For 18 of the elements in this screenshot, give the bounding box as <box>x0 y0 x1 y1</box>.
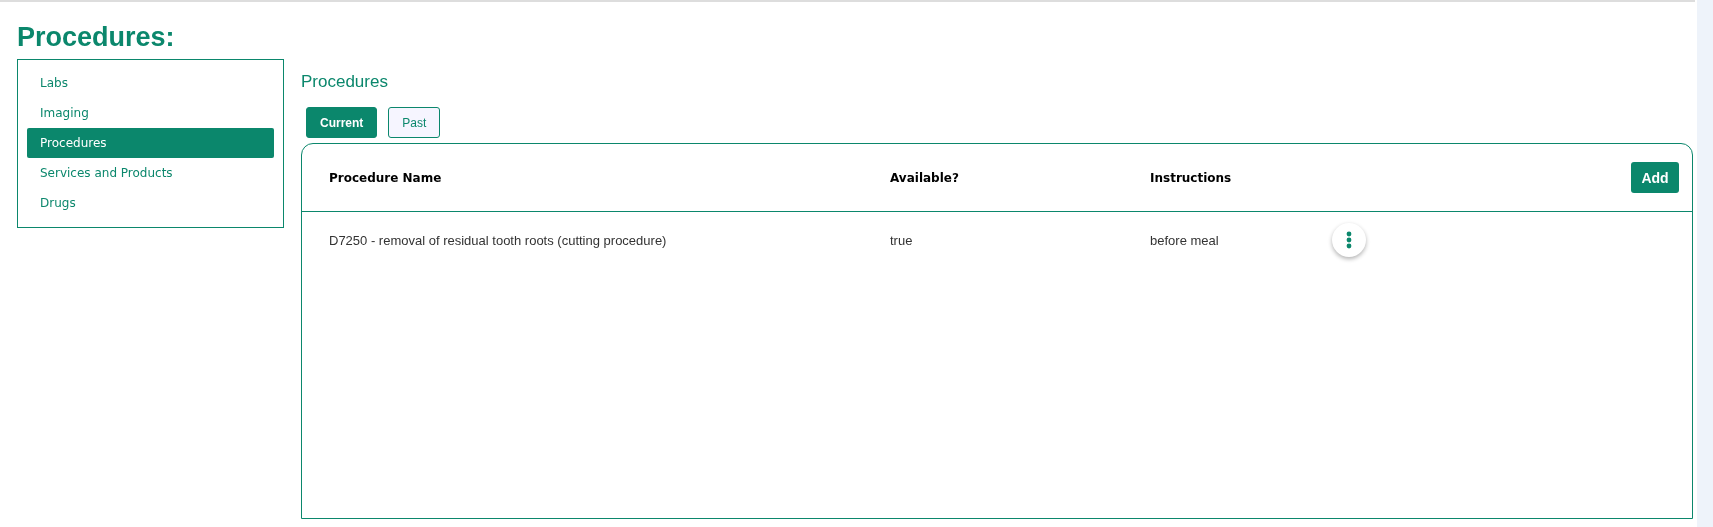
tab[interactable]: Current <box>306 107 378 138</box>
sidebar-item[interactable]: Procedures <box>27 128 274 158</box>
table-cell: before meal <box>1150 232 1219 248</box>
column-header: Instructions <box>1150 170 1233 185</box>
column-header: Available? <box>890 170 960 185</box>
sidebar-item[interactable]: Labs <box>27 68 274 98</box>
tab[interactable]: Past <box>388 107 441 138</box>
more-options-icon <box>1346 231 1352 249</box>
more-options-button[interactable] <box>1332 223 1366 257</box>
section-title: Procedures <box>301 72 389 93</box>
table-cell-text: D7250 - removal of residual tooth roots (cutting procedure) <box>329 232 668 248</box>
page-title: Procedures: <box>16 21 176 54</box>
add-button[interactable]: Add <box>1631 162 1679 193</box>
sidebar-item[interactable]: Drugs <box>27 188 274 218</box>
sidebar-item[interactable]: Imaging <box>27 98 274 128</box>
sidebar-item[interactable]: Services and Products <box>27 158 274 188</box>
column-header: Procedure Name <box>329 170 443 185</box>
table-cell-text: true <box>890 232 914 248</box>
